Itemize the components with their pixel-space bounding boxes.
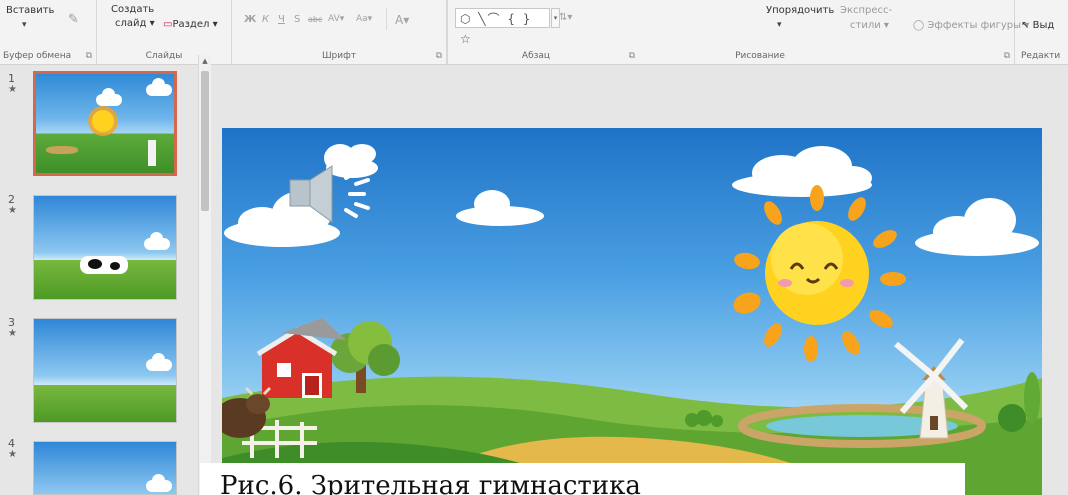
shape-effects-label: Эффекты фигуры [927,20,1022,31]
format-painter-icon[interactable]: ✎ [68,12,79,27]
cloud [146,353,172,371]
font-group-label: Шрифт [321,51,357,61]
text-direction-button[interactable]: ⇅▾ [559,12,572,23]
underline-button[interactable]: Ч [278,14,285,25]
animation-star-icon: ★ [8,84,17,95]
select-label: Выд [1032,20,1055,31]
quick-styles-button[interactable]: стили ▾ [850,20,889,31]
animation-star-icon: ★ [8,449,17,460]
italic-button[interactable]: К [262,14,269,25]
change-case-label: Aa [356,14,368,24]
scroll-up-icon[interactable]: ▲ [199,55,211,67]
cursor-icon: ↖ [1021,20,1030,31]
cloud [144,232,170,250]
path [46,146,78,154]
font-color-button[interactable]: A▾ [395,13,409,27]
select-button[interactable]: ↖ Выд [1021,20,1054,31]
clipboard-group: Вставить ▾ ✎ Буфер обмена ⧉ [0,0,97,64]
slide-illustration [222,144,1042,495]
shapes-gallery[interactable]: ⬡ ╲⌒ { } ☆ [455,8,550,46]
cow-spot [110,262,120,270]
section-button[interactable]: ▭Раздел ▾ [163,19,218,30]
editing-group-label: Редакти [1021,51,1061,61]
clipboard-launcher-icon[interactable]: ⧉ [86,51,92,61]
paste-dropdown-arrow[interactable]: ▾ [22,20,27,30]
arrange-dropdown-arrow[interactable]: ▾ [777,20,782,30]
slides-group: Создать слайд ▾ ▭Раздел ▾ Слайды [97,0,232,64]
shape-effects-button[interactable]: ◯ Эффекты фигуры ▾ [913,20,1029,31]
figure-caption: Рис.6. Зрительная гимнастика [200,463,965,495]
quick-styles-label-2: стили [850,20,881,31]
thumbnail-scrollbar[interactable]: ▲ [198,55,211,495]
sun-icon [92,110,114,132]
editing-group: ↖ Выд Редакти [1015,0,1068,64]
ribbon: Вставить ▾ ✎ Буфер обмена ⧉ Создать слай… [0,0,1068,65]
font-group: Ж К Ч S abc AV▾ Aa▾ A▾ Шрифт ⧉ [232,0,447,64]
cow-icon [80,256,128,274]
font-launcher-icon[interactable]: ⧉ [436,51,442,61]
shadow-button[interactable]: S [294,14,300,25]
drawing-launcher-icon[interactable]: ⧉ [1004,51,1010,61]
section-label: Раздел [172,19,210,30]
scroll-thumb[interactable] [201,71,209,211]
shape-effects-icon: ◯ [913,20,925,31]
slide-thumbnail-4[interactable] [33,441,177,495]
paragraph-group-label: Абзац [521,51,551,61]
clipboard-group-label: Буфер обмена [3,51,72,61]
animation-star-icon: ★ [8,328,17,339]
cow-spot [88,259,102,269]
cloud [146,78,172,96]
slide-thumbnail-1[interactable] [33,71,177,176]
animation-star-icon: ★ [8,205,17,216]
paste-button[interactable]: Вставить [6,5,54,16]
new-slide-button[interactable]: слайд ▾ [115,18,155,29]
slide-thumbnail-2[interactable] [33,195,177,300]
shapes-gallery-more-icon[interactable]: ▾ [551,8,560,28]
cloud [732,146,872,197]
arrange-button[interactable]: Упорядочить [766,5,834,16]
slide-canvas[interactable] [222,128,1042,495]
font-color-label: A [395,13,404,27]
sun-icon [733,185,906,362]
strikethrough-button[interactable]: abc [308,15,322,24]
paragraph-launcher-icon[interactable]: ⧉ [629,51,635,61]
drawing-group-label: Рисование [735,51,785,61]
cloud [456,190,544,226]
char-spacing-label: AV [328,14,340,24]
windmill-icon [148,140,156,166]
new-slide-label-2: слайд [115,18,147,29]
cloud [915,198,1039,256]
quick-styles-label-1[interactable]: Экспресс- [840,5,892,16]
char-spacing-button[interactable]: AV▾ [328,14,344,24]
slide-thumbnail-3[interactable] [33,318,177,423]
cloud [146,474,172,492]
new-slide-label-1[interactable]: Создать [111,4,154,15]
bold-button[interactable]: Ж [244,14,256,25]
font-separator [386,8,387,30]
cloud [96,88,122,106]
change-case-button[interactable]: Aa▾ [356,14,372,24]
